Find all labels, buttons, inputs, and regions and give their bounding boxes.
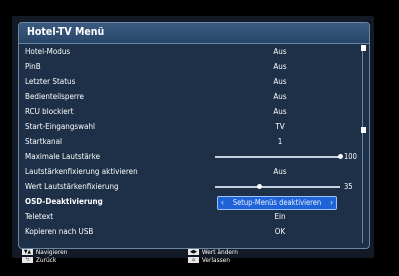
setting-row-start-eingangswahl[interactable]: Start-Eingangswahl TV — [19, 120, 361, 134]
setting-row-letzter-status[interactable]: Letzter Status Aus — [19, 75, 361, 89]
volume-slider[interactable] — [215, 154, 343, 159]
tv-screen: Hotel-TV Menü Hotel-Modus Aus PinB Aus L… — [12, 16, 374, 264]
setting-label: Kopieren nach USB — [25, 227, 94, 236]
setting-row-lautstaerkenfixierung[interactable]: Lautstärkenfixierung aktivieren Aus — [19, 165, 361, 179]
left-right-arrow-icon: ◀▶ — [188, 249, 199, 255]
setting-label: Teletext — [25, 212, 54, 221]
setting-label: Bedienteilsperre — [25, 92, 84, 101]
hotel-tv-menu: Hotel-TV Menü Hotel-Modus Aus PinB Aus L… — [18, 22, 370, 249]
setting-row-startkanal[interactable]: Startkanal 1 — [19, 135, 361, 149]
chevron-right-icon[interactable]: › — [330, 197, 333, 209]
chevron-left-icon[interactable]: ‹ — [221, 197, 224, 209]
setting-label: PinB — [25, 62, 41, 71]
scrollbar-top-marker — [361, 45, 366, 51]
setting-row-teletext[interactable]: Teletext Ein — [19, 210, 361, 224]
setting-label: OSD-Deaktivierung — [25, 197, 103, 206]
setting-value: Aus — [273, 107, 287, 116]
hint-back-label: Zurück — [35, 256, 57, 264]
setting-row-maximale-lautstaerke[interactable]: Maximale Lautstärke 100 — [19, 150, 361, 164]
setting-label: Lautstärkenfixierung aktivieren — [25, 167, 138, 176]
setting-value: Aus — [273, 167, 287, 176]
hint-exit-label: Verlassen — [201, 256, 230, 264]
setting-value: Aus — [273, 62, 287, 71]
setting-value: TV — [275, 122, 285, 131]
setting-row-pinb[interactable]: PinB Aus — [19, 60, 361, 74]
setting-label: Letzter Status — [25, 77, 76, 86]
setting-label: Start-Eingangswahl — [25, 122, 96, 131]
osd-option-selector[interactable]: ‹ Setup-Menüs deaktivieren › — [217, 196, 337, 210]
setting-label: Hotel-Modus — [25, 47, 71, 56]
hint-navigate-label: Navigieren — [35, 248, 68, 256]
setting-value: OK — [274, 227, 286, 236]
setting-row-hotel-modus[interactable]: Hotel-Modus Aus — [19, 45, 361, 59]
slider-value: 35 — [344, 182, 353, 191]
menu-title: Hotel-TV Menü — [27, 26, 105, 38]
menu-title-bar: Hotel-TV Menü — [19, 23, 369, 44]
setting-row-wert-lautstaerkenfixierung[interactable]: Wert Lautstärkenfixierung 35 — [19, 180, 361, 194]
key-hints-footer: ▼▲ Navigieren ⮌ Zurück ◀▶ Wert ändern ⌂ … — [18, 248, 368, 264]
back-icon: ⮌ — [22, 257, 33, 263]
setting-label: Startkanal — [25, 137, 62, 146]
setting-label: Wert Lautstärkenfixierung — [25, 182, 119, 191]
setting-label: Maximale Lautstärke — [25, 152, 101, 161]
fixed-volume-slider[interactable] — [215, 184, 340, 189]
up-down-arrow-icon: ▼▲ — [22, 249, 33, 255]
settings-list: Hotel-Modus Aus PinB Aus Letzter Status … — [19, 45, 361, 247]
setting-label: RCU blockiert — [25, 107, 74, 116]
slider-value: 100 — [344, 152, 357, 161]
setting-value: 1 — [277, 137, 283, 146]
setting-value: Aus — [273, 92, 287, 101]
setting-value: Aus — [273, 47, 287, 56]
slider-handle[interactable] — [338, 154, 343, 159]
setting-row-rcu-blockiert[interactable]: RCU blockiert Aus — [19, 105, 361, 119]
hint-exit: ⌂ Verlassen — [188, 257, 230, 266]
setting-row-osd-deaktivierung[interactable]: OSD-Deaktivierung ‹ Setup-Menüs deaktivi… — [19, 195, 361, 210]
setting-value: Aus — [273, 77, 287, 86]
setting-value: Ein — [274, 212, 286, 221]
hint-change-label: Wert ändern — [201, 248, 239, 256]
scrollbar[interactable] — [361, 45, 367, 243]
scrollbar-thumb[interactable] — [361, 127, 366, 133]
selected-option: Setup-Menüs deaktivieren — [232, 198, 322, 207]
home-icon: ⌂ — [188, 257, 199, 263]
hint-back: ⮌ Zurück — [22, 257, 56, 266]
setting-row-kopieren-nach-usb[interactable]: Kopieren nach USB OK — [19, 225, 361, 239]
slider-handle[interactable] — [256, 184, 262, 189]
setting-row-bedienteilsperre[interactable]: Bedienteilsperre Aus — [19, 90, 361, 104]
